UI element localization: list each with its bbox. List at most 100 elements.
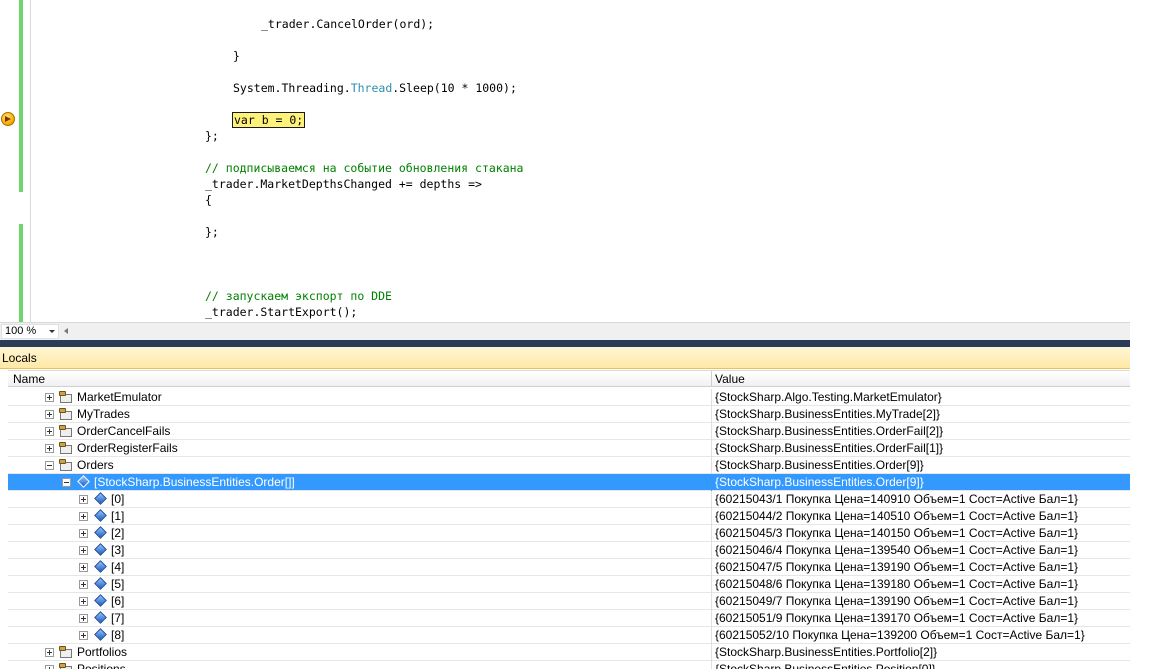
expand-icon[interactable]: [79, 614, 88, 623]
zoom-select[interactable]: 100 %: [1, 324, 59, 339]
type-name-token: Thread: [350, 81, 393, 95]
row-value[interactable]: {60215045/3 Покупка Цена=140150 Объем=1 …: [715, 525, 1078, 541]
column-divider: [711, 593, 712, 610]
locals-row[interactable]: [1] {60215044/2 Покупка Цена=140510 Объем…: [8, 508, 1130, 525]
code-token: };: [205, 129, 219, 143]
row-value[interactable]: {StockSharp.BusinessEntities.MyTrade[2]}: [715, 406, 940, 422]
locals-row[interactable]: [8] {60215052/10 Покупка Цена=139200 Объе…: [8, 627, 1130, 644]
row-value[interactable]: {60215049/7 Покупка Цена=139190 Объем=1 …: [715, 593, 1078, 609]
code-line[interactable]: {: [205, 192, 212, 208]
collapse-icon[interactable]: [62, 478, 71, 487]
code-line[interactable]: System.Threading.Thread.Sleep(10 * 1000)…: [233, 80, 517, 96]
row-value[interactable]: {60215051/9 Покупка Цена=139170 Объем=1 …: [715, 610, 1078, 626]
breakpoint-margin[interactable]: [0, 0, 17, 322]
expand-icon[interactable]: [45, 427, 54, 436]
row-name: [4]: [111, 560, 125, 574]
row-value[interactable]: {60215046/4 Покупка Цена=139540 Объем=1 …: [715, 542, 1078, 558]
expand-icon[interactable]: [79, 529, 88, 538]
column-divider: [711, 508, 712, 525]
locals-row[interactable]: Portfolios {StockSharp.BusinessEntities.P…: [8, 644, 1130, 661]
code-line[interactable]: _trader.StartExport();: [205, 304, 357, 320]
locals-row[interactable]: MyTrades {StockSharp.BusinessEntities.MyT…: [8, 406, 1130, 423]
expand-icon[interactable]: [79, 546, 88, 555]
locals-row[interactable]: [3] {60215046/4 Покупка Цена=139540 Объем…: [8, 542, 1130, 559]
current-statement-highlight: var b = 0;: [231, 112, 306, 128]
field-icon: [94, 492, 107, 505]
locals-row[interactable]: Orders {StockSharp.BusinessEntities.Order…: [8, 457, 1130, 474]
expand-icon[interactable]: [79, 597, 88, 606]
locals-row[interactable]: OrderRegisterFails {StockSharp.BusinessEn…: [8, 440, 1130, 457]
row-value[interactable]: {StockSharp.BusinessEntities.Portfolio[2…: [715, 644, 937, 660]
row-name: [7]: [111, 611, 125, 625]
row-name: MarketEmulator: [77, 390, 162, 404]
code-line[interactable]: _trader.CancelOrder(ord);: [261, 16, 434, 32]
property-icon: [59, 442, 73, 455]
code-line[interactable]: };: [205, 128, 219, 144]
column-divider: [711, 610, 712, 627]
field-icon: [94, 577, 107, 590]
locals-row[interactable]: MarketEmulator {StockSharp.Algo.Testing.M…: [8, 389, 1130, 406]
locals-row[interactable]: [5] {60215048/6 Покупка Цена=139180 Объем…: [8, 576, 1130, 593]
field-icon: [94, 611, 107, 624]
row-value[interactable]: {StockSharp.BusinessEntities.OrderFail[1…: [715, 440, 943, 456]
row-name: [0]: [111, 492, 125, 506]
expand-icon[interactable]: [45, 393, 54, 402]
code-token: {: [205, 193, 212, 207]
row-value[interactable]: {60215047/5 Покупка Цена=139190 Объем=1 …: [715, 559, 1078, 575]
column-divider: [711, 627, 712, 644]
locals-grid: Name Value MarketEmulator {StockSharp.Alg…: [0, 369, 1130, 669]
locals-row[interactable]: OrderCancelFails {StockSharp.BusinessEnti…: [8, 423, 1130, 440]
row-value[interactable]: {60215048/6 Покупка Цена=139180 Объем=1 …: [715, 576, 1078, 592]
row-value[interactable]: {60215052/10 Покупка Цена=139200 Объем=1…: [715, 627, 1085, 643]
locals-row[interactable]: [StockSharp.BusinessEntities.Order[]] {St…: [8, 474, 1130, 491]
row-value[interactable]: {StockSharp.BusinessEntities.Order[9]}: [715, 474, 924, 490]
editor-status-bar: 100 %: [0, 322, 1130, 340]
expand-icon[interactable]: [45, 665, 54, 669]
expand-icon[interactable]: [79, 495, 88, 504]
expand-icon[interactable]: [45, 648, 54, 657]
field-icon: [94, 543, 107, 556]
row-value[interactable]: {StockSharp.BusinessEntities.Order[9]}: [715, 457, 924, 473]
expand-icon[interactable]: [79, 512, 88, 521]
locals-row[interactable]: Positions {StockSharp.BusinessEntities.Po…: [8, 661, 1130, 669]
expand-icon[interactable]: [79, 631, 88, 640]
code-line[interactable]: };: [205, 224, 219, 240]
locals-row[interactable]: [4] {60215047/5 Покупка Цена=139190 Объем…: [8, 559, 1130, 576]
code-comment[interactable]: // подписываемся на событие обновления с…: [205, 160, 524, 176]
locals-window-title: Locals: [0, 347, 1130, 369]
row-value[interactable]: {60215043/1 Покупка Цена=140910 Объем=1 …: [715, 491, 1078, 507]
code-comment[interactable]: // запускаем экспорт по DDE: [205, 288, 392, 304]
expand-icon[interactable]: [45, 444, 54, 453]
column-divider: [711, 661, 712, 669]
row-name: [2]: [111, 526, 125, 540]
expand-icon[interactable]: [79, 580, 88, 589]
row-value[interactable]: {60215044/2 Покупка Цена=140510 Объем=1 …: [715, 508, 1078, 524]
code-token: _trader.CancelOrder(ord);: [261, 17, 435, 31]
code-line[interactable]: }: [233, 48, 240, 64]
expand-icon[interactable]: [45, 410, 54, 419]
property-icon: [59, 391, 73, 404]
field-icon: [94, 509, 107, 522]
scroll-left-arrow-icon[interactable]: [64, 328, 68, 334]
code-token: _trader.StartExport();: [205, 305, 358, 319]
column-divider: [711, 389, 712, 406]
column-header-value[interactable]: Value: [715, 371, 745, 387]
locals-row[interactable]: [2] {60215045/3 Покупка Цена=140150 Объем…: [8, 525, 1130, 542]
locals-row[interactable]: [6] {60215049/7 Покупка Цена=139190 Объем…: [8, 593, 1130, 610]
code-line[interactable]: _trader.MarketDepthsChanged += depths =>: [205, 176, 482, 192]
zoom-value: 100 %: [5, 325, 37, 337]
window-splitter[interactable]: [0, 340, 1130, 347]
code-editor[interactable]: _trader.CancelOrder(ord);} System.Threadi…: [0, 0, 1130, 322]
code-line[interactable]: var b = 0;: [231, 112, 306, 128]
row-value[interactable]: {StockSharp.BusinessEntities.OrderFail[2…: [715, 423, 943, 439]
expand-icon[interactable]: [79, 563, 88, 572]
row-value[interactable]: {StockSharp.BusinessEntities.Position[0]…: [715, 661, 936, 669]
column-divider[interactable]: [711, 371, 712, 387]
collapse-icon[interactable]: [45, 461, 54, 470]
locals-row[interactable]: [7] {60215051/9 Покупка Цена=139170 Объем…: [8, 610, 1130, 627]
column-header-name[interactable]: Name: [13, 371, 45, 387]
column-divider: [711, 474, 712, 491]
field-icon: [77, 475, 90, 488]
locals-row[interactable]: [0] {60215043/1 Покупка Цена=140910 Объем…: [8, 491, 1130, 508]
row-value[interactable]: {StockSharp.Algo.Testing.MarketEmulator}: [715, 389, 942, 405]
